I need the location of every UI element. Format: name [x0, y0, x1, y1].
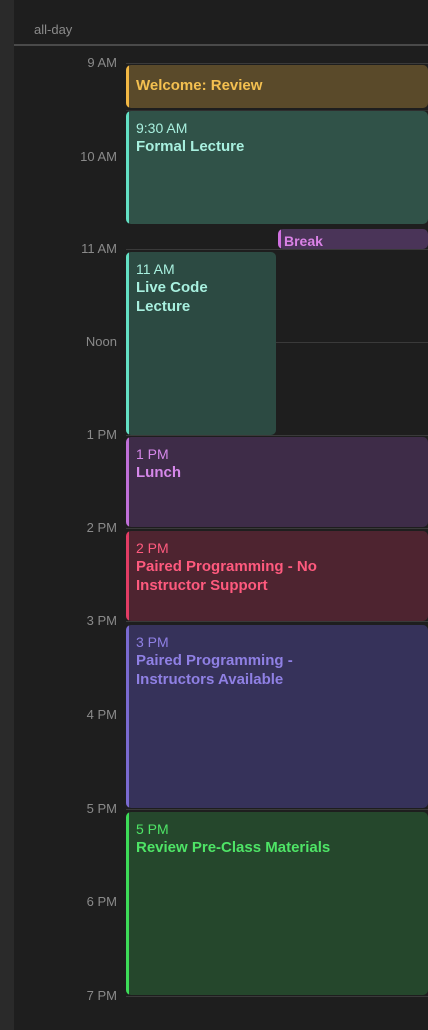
hour-line-3pm	[126, 621, 428, 622]
all-day-label: all-day	[34, 22, 73, 37]
event-title: Paired Programming - Instructors Availab…	[136, 652, 293, 688]
event-color-bar	[126, 252, 129, 435]
event-title: Live Code Lecture	[136, 279, 208, 315]
event-break[interactable]: Break	[278, 229, 428, 249]
event-color-bar	[126, 437, 129, 527]
time-label-9am: 9 AM	[87, 55, 117, 70]
time-label-noon: Noon	[85, 334, 117, 349]
hour-line-1pm	[126, 435, 428, 436]
time-label-11am: 11 AM	[81, 241, 117, 256]
event-paired-programming-no-support[interactable]: 2 PM Paired Programming - No Instructor …	[126, 531, 428, 621]
event-color-bar	[278, 229, 281, 249]
event-title: Formal Lecture	[136, 138, 245, 155]
event-live-code-lecture[interactable]: 11 AM Live Code Lecture	[126, 252, 276, 435]
time-label-10am: 10 AM	[80, 149, 117, 164]
event-time: 9:30 AM	[136, 120, 188, 136]
window-left-edge	[0, 0, 14, 1030]
time-label-6pm: 6 PM	[86, 894, 117, 909]
time-label-3pm: 3 PM	[86, 613, 117, 628]
event-color-bar	[126, 65, 129, 108]
hour-line-7pm	[126, 996, 428, 997]
hour-line-5pm	[126, 809, 428, 810]
time-label-7pm: 7 PM	[86, 988, 117, 1003]
event-title: Lunch	[136, 464, 181, 481]
hour-line-2pm	[126, 528, 428, 529]
event-title: Paired Programming - No Instructor Suppo…	[136, 558, 317, 594]
time-label-2pm: 2 PM	[86, 520, 117, 535]
event-title: Break	[284, 233, 323, 249]
event-color-bar	[126, 531, 129, 621]
event-review-preclass-materials[interactable]: 5 PM Review Pre-Class Materials	[126, 812, 428, 995]
event-time: 2 PM	[136, 540, 169, 556]
event-formal-lecture[interactable]: 9:30 AM Formal Lecture	[126, 111, 428, 224]
time-label-4pm: 4 PM	[86, 707, 117, 722]
event-color-bar	[126, 111, 129, 224]
event-title: Review Pre-Class Materials	[136, 839, 331, 856]
event-color-bar	[126, 625, 129, 808]
event-time: 3 PM	[136, 634, 169, 650]
day-view: all-day 9 AM 10 AM 11 AM Noon 1 PM 2 PM …	[14, 0, 428, 1030]
event-title: Welcome: Review	[136, 77, 263, 94]
hour-line-9am	[126, 63, 428, 64]
event-welcome-review[interactable]: Welcome: Review	[126, 65, 428, 108]
event-lunch[interactable]: 1 PM Lunch	[126, 437, 428, 527]
hour-line-11am	[126, 249, 428, 250]
event-paired-programming-instructors[interactable]: 3 PM Paired Programming - Instructors Av…	[126, 625, 428, 808]
event-time: 11 AM	[136, 261, 175, 277]
event-color-bar	[126, 812, 129, 995]
time-label-5pm: 5 PM	[86, 801, 117, 816]
event-time: 1 PM	[136, 446, 169, 462]
all-day-row[interactable]: all-day	[14, 14, 428, 46]
event-time: 5 PM	[136, 821, 169, 837]
time-label-1pm: 1 PM	[86, 427, 117, 442]
